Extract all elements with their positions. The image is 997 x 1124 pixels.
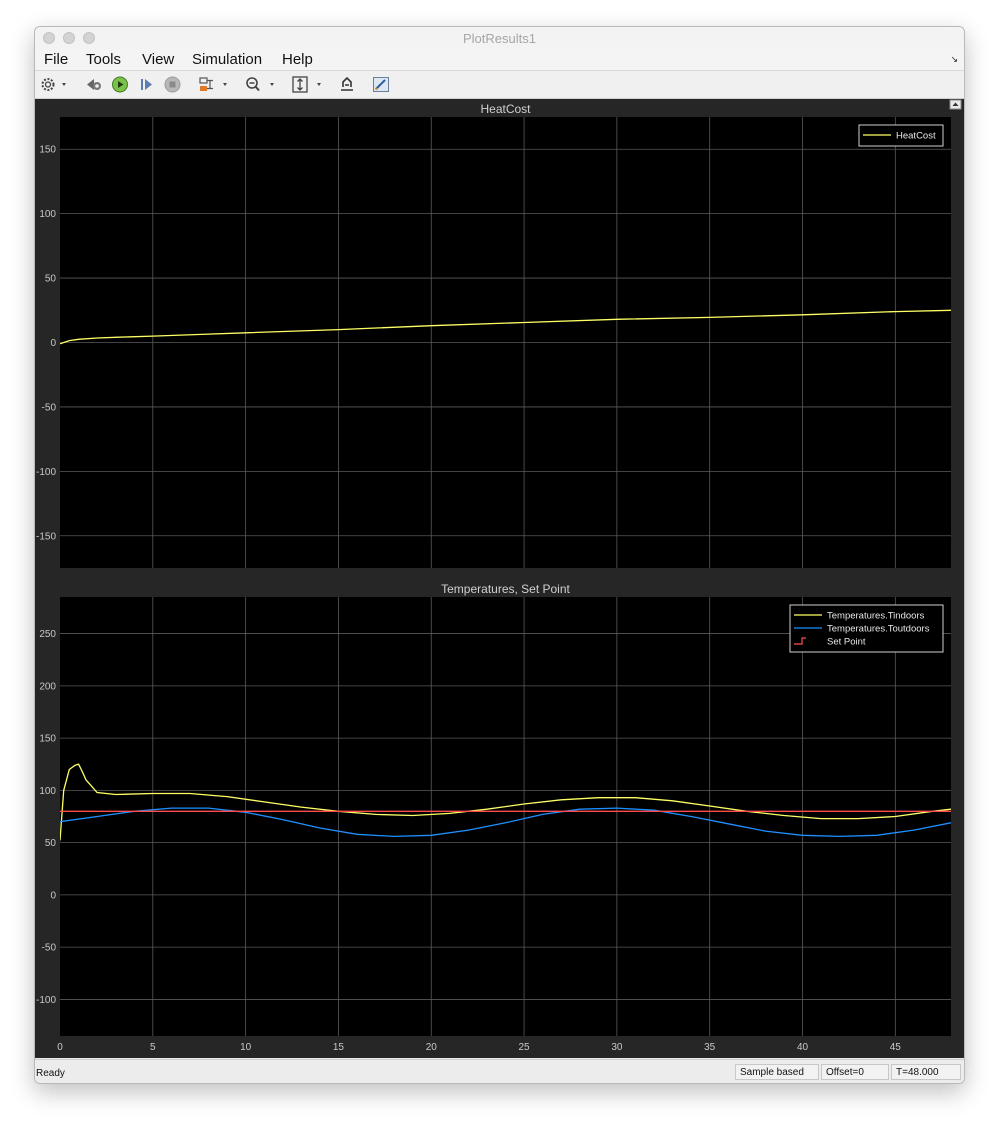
- window-title: PlotResults1: [463, 31, 536, 46]
- y-tick-label: 0: [50, 338, 56, 349]
- y-tick-label: 150: [39, 734, 56, 745]
- y-tick-label: 100: [39, 786, 56, 797]
- stop-icon[interactable]: [164, 76, 181, 93]
- x-tick-label: 5: [150, 1042, 156, 1053]
- x-tick-label: 40: [797, 1042, 809, 1053]
- chart-legend: HeatCost: [858, 124, 944, 147]
- menu-bar: File Tools View Simulation Help ↘: [35, 49, 964, 71]
- toolbar: [35, 71, 964, 99]
- x-tick-label: 30: [611, 1042, 623, 1053]
- menu-view[interactable]: View: [142, 51, 174, 68]
- chart-title: Temperatures, Set Point: [441, 582, 570, 596]
- restore-view-icon[interactable]: [338, 76, 356, 93]
- y-tick-label: 0: [50, 890, 56, 901]
- status-bar: Ready Sample based Offset=0 T=48.000: [35, 1059, 964, 1083]
- axes-background: [60, 597, 951, 1036]
- chart-legend: Temperatures.Tindoors Temperatures.Toutdo…: [789, 604, 944, 653]
- x-tick-label: 0: [57, 1042, 63, 1053]
- expand-panel-icon[interactable]: [949, 99, 962, 110]
- x-tick-label: 45: [890, 1042, 902, 1053]
- y-tick-label: -50: [42, 402, 57, 413]
- plot-window: PlotResults1 File Tools View Simulation …: [34, 26, 965, 1084]
- zoom-icon[interactable]: [244, 76, 278, 93]
- undock-arrow-icon[interactable]: ↘: [950, 54, 958, 65]
- step-forward-icon[interactable]: [139, 76, 155, 93]
- title-bar: PlotResults1: [35, 27, 964, 50]
- status-text: Ready: [36, 1068, 65, 1079]
- step-back-icon[interactable]: [84, 76, 104, 93]
- legend-label: Set Point: [827, 637, 866, 648]
- style-icon[interactable]: [372, 76, 390, 93]
- run-icon[interactable]: [111, 76, 129, 93]
- y-tick-label: -150: [36, 531, 56, 542]
- y-tick-label: -100: [36, 995, 56, 1006]
- gear-icon[interactable]: [40, 76, 68, 93]
- menu-file[interactable]: File: [44, 51, 68, 68]
- signal-select-icon[interactable]: [197, 76, 231, 93]
- legend-label: HeatCost: [896, 131, 936, 142]
- plot-canvas: HeatCost-150-100-50050100150HeatCostTemp…: [36, 99, 962, 1053]
- autoscale-icon[interactable]: [291, 76, 325, 93]
- menu-tools[interactable]: Tools: [86, 51, 121, 68]
- x-tick-label: 25: [519, 1042, 531, 1053]
- x-tick-label: 10: [240, 1042, 252, 1053]
- chart-panel-2: Temperatures, Set Point 0 5 10 15 20 25 30 35 40 4…: [36, 582, 951, 1053]
- x-tick-label: 15: [333, 1042, 345, 1053]
- plot-area: HeatCost -150 -100 -50 0 50 100 150 HeatCost Temp…: [35, 99, 964, 1058]
- sample-mode: Sample based: [735, 1064, 819, 1080]
- chart-panel-1: HeatCost -150 -100 -50 0 50 100 150 HeatCost: [36, 102, 951, 568]
- x-tick-label: 35: [704, 1042, 716, 1053]
- menu-simulation[interactable]: Simulation: [192, 51, 262, 68]
- y-tick-label: 250: [39, 629, 56, 640]
- x-tick-label: 20: [426, 1042, 438, 1053]
- y-tick-label: -50: [42, 943, 57, 954]
- y-tick-label: 150: [39, 145, 56, 156]
- y-tick-label: -100: [36, 467, 56, 478]
- y-tick-label: 50: [45, 274, 57, 285]
- legend-label: Temperatures.Toutdoors: [827, 624, 930, 635]
- y-tick-label: 100: [39, 209, 56, 220]
- offset-readout: Offset=0: [821, 1064, 889, 1080]
- time-readout: T=48.000: [891, 1064, 961, 1080]
- y-tick-label: 50: [45, 838, 57, 849]
- y-tick-label: 200: [39, 681, 56, 692]
- menu-help[interactable]: Help: [282, 51, 313, 68]
- legend-label: Temperatures.Tindoors: [827, 611, 925, 622]
- chart-title: HeatCost: [480, 102, 531, 116]
